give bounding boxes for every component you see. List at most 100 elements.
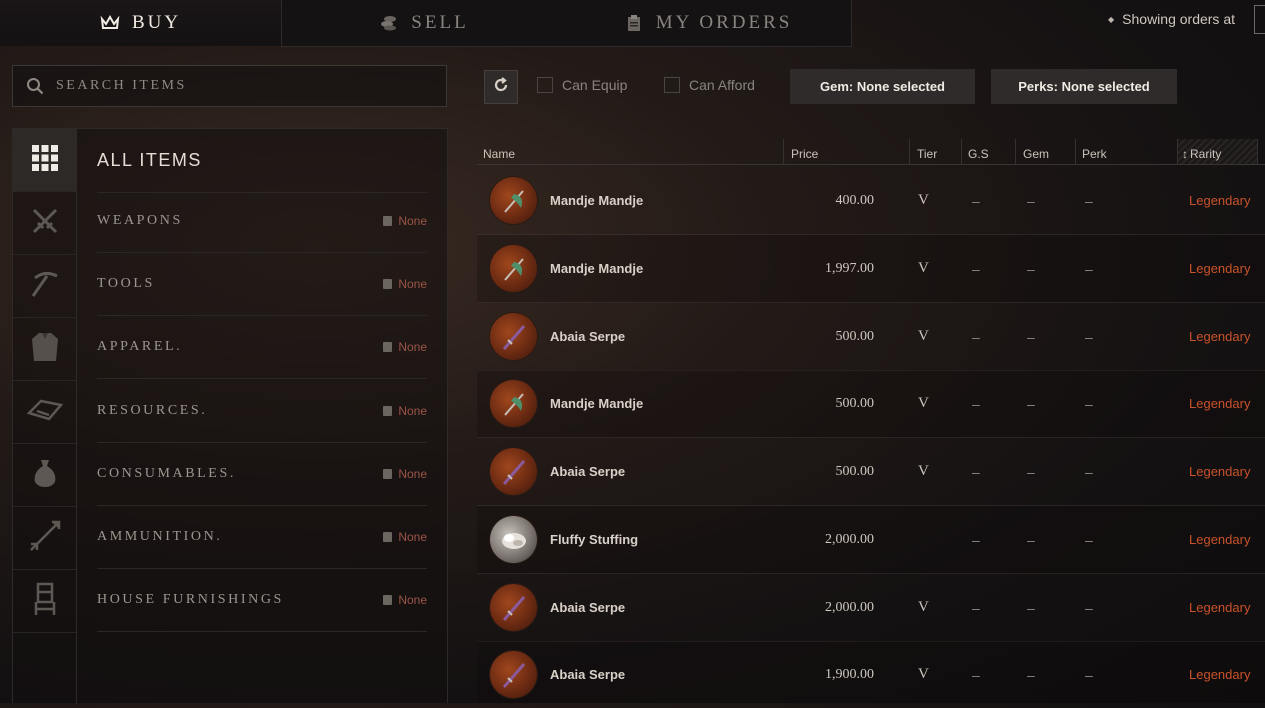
category-icon-tools[interactable] <box>13 255 76 318</box>
table-row[interactable]: Abaia Serpe 500.00 V – – – Legendary <box>477 438 1265 506</box>
category-badge: None <box>383 214 427 228</box>
column-header-price[interactable]: Price <box>791 147 818 161</box>
category-ammunition[interactable]: AMMUNITION. None <box>97 505 427 569</box>
item-price: 2,000.00 <box>825 599 874 615</box>
category-icon-consumables[interactable] <box>13 444 76 507</box>
column-divider <box>1257 139 1258 165</box>
category-icon-weapons[interactable] <box>13 192 76 255</box>
category-icon-house-furnishings[interactable] <box>13 570 76 633</box>
chair-icon <box>33 582 57 621</box>
grid-icon <box>31 144 58 176</box>
category-resources[interactable]: RESOURCES. None <box>97 379 427 443</box>
item-perk: – <box>1085 531 1093 548</box>
category-all-items[interactable]: ALL ITEMS <box>97 129 427 193</box>
sword-weapon-icon <box>490 584 537 631</box>
item-rarity: Legendary <box>1189 193 1251 208</box>
search-icon <box>26 77 44 95</box>
item-price: 1,900.00 <box>825 666 874 682</box>
category-tools[interactable]: TOOLS None <box>97 252 427 316</box>
sort-icon: ↕ <box>1182 147 1188 161</box>
item-tier: V <box>918 192 929 208</box>
category-panel: ALL ITEMS WEAPONS None TOOLS None APPARE… <box>12 128 448 704</box>
category-icon-ammunition[interactable] <box>13 507 76 570</box>
shirt-icon <box>31 331 59 368</box>
header-underline <box>477 164 1265 165</box>
category-consumables[interactable]: CONSUMABLES. None <box>97 442 427 506</box>
item-rarity: Legendary <box>1189 261 1251 276</box>
search-box[interactable] <box>12 65 447 107</box>
category-house-furnishings[interactable]: HOUSE FURNISHINGS None <box>97 568 427 632</box>
item-tier: V <box>918 599 929 615</box>
clipboard-icon <box>383 531 393 542</box>
can-afford-checkbox[interactable]: Can Afford <box>664 77 755 93</box>
clipboard-icon <box>383 594 393 605</box>
column-divider <box>909 139 910 165</box>
item-rarity: Legendary <box>1189 667 1251 682</box>
pickaxe-icon <box>29 268 61 305</box>
item-gem: – <box>1027 599 1035 616</box>
column-header-gs[interactable]: G.S <box>968 147 989 161</box>
column-header-tier[interactable]: Tier <box>917 147 937 161</box>
item-rarity: Legendary <box>1189 600 1251 615</box>
column-header-perk[interactable]: Perk <box>1082 147 1107 161</box>
stuffing-icon <box>490 516 537 563</box>
location-dropdown[interactable] <box>1254 5 1265 34</box>
item-name: Abaia Serpe <box>550 667 626 682</box>
item-gs: – <box>972 599 980 616</box>
tab-buy[interactable]: BUY <box>0 0 281 46</box>
top-tab-bar: BUY SELL MY ORDERS ◆ Showing orders at <box>0 0 1265 47</box>
refresh-icon <box>493 76 509 98</box>
item-gem: – <box>1027 395 1035 412</box>
table-row[interactable]: Mandje Mandje 500.00 V – – – Legendary <box>477 370 1265 438</box>
column-header-rarity-label: Rarity <box>1190 147 1222 161</box>
item-perk: – <box>1085 666 1093 683</box>
item-gs: – <box>972 531 980 548</box>
table-row[interactable]: Abaia Serpe 500.00 V – – – Legendary <box>477 303 1265 371</box>
category-weapons[interactable]: WEAPONS None <box>97 189 427 253</box>
refresh-button[interactable] <box>484 70 518 104</box>
category-badge: None <box>383 277 427 291</box>
item-tier: V <box>918 328 929 344</box>
column-header-gem[interactable]: Gem <box>1023 147 1049 161</box>
item-name: Mandje Mandje <box>550 193 644 208</box>
tab-sell[interactable]: SELL <box>281 0 567 47</box>
category-badge-text: None <box>398 592 427 607</box>
checkbox-box[interactable] <box>537 77 553 93</box>
axe-weapon-icon <box>490 380 537 427</box>
gem-filter-button[interactable]: Gem: None selected <box>790 69 975 104</box>
item-price: 500.00 <box>835 328 875 344</box>
clipboard-icon <box>383 468 393 479</box>
category-label: APPAREL. <box>97 338 183 354</box>
column-header-rarity[interactable]: ↕ Rarity <box>1182 147 1221 161</box>
category-icon-apparel[interactable] <box>13 318 76 381</box>
column-header-name[interactable]: Name <box>483 147 515 161</box>
table-row[interactable]: Mandje Mandje 1,997.00 V – – – Legendary <box>477 235 1265 303</box>
item-gem: – <box>1027 328 1035 345</box>
category-label: AMMUNITION. <box>97 528 223 544</box>
showing-orders-label: Showing orders at <box>1122 11 1235 27</box>
can-equip-checkbox[interactable]: Can Equip <box>537 77 627 93</box>
item-name: Fluffy Stuffing <box>550 532 639 547</box>
tab-my-orders[interactable]: MY ORDERS <box>565 0 852 47</box>
ingot-icon <box>26 397 63 428</box>
table-row[interactable]: Abaia Serpe 2,000.00 V – – – Legendary <box>477 574 1265 642</box>
column-divider <box>783 139 784 165</box>
table-row[interactable]: Mandje Mandje 400.00 V – – – Legendary <box>477 167 1265 235</box>
category-badge-text: None <box>398 403 427 418</box>
category-apparel[interactable]: APPAREL. None <box>97 315 427 379</box>
perks-filter-label: Perks: None selected <box>1018 79 1150 94</box>
sword-weapon-icon <box>490 651 537 698</box>
item-perk: – <box>1085 395 1093 412</box>
category-badge-text: None <box>398 213 427 228</box>
search-input[interactable] <box>54 77 438 95</box>
table-row[interactable]: Fluffy Stuffing 2,000.00 – – – Legendary <box>477 506 1265 574</box>
can-afford-label: Can Afford <box>689 77 755 93</box>
checkbox-box[interactable] <box>664 77 680 93</box>
category-icon-resources[interactable] <box>13 381 76 444</box>
category-icon-all-items[interactable] <box>13 129 76 192</box>
perks-filter-button[interactable]: Perks: None selected <box>991 69 1177 104</box>
table-row[interactable]: Abaia Serpe 1,900.00 V – – – Legendary <box>477 641 1265 703</box>
category-badge-text: None <box>398 276 427 291</box>
category-label: RESOURCES. <box>97 402 208 418</box>
item-perk: – <box>1085 463 1093 480</box>
